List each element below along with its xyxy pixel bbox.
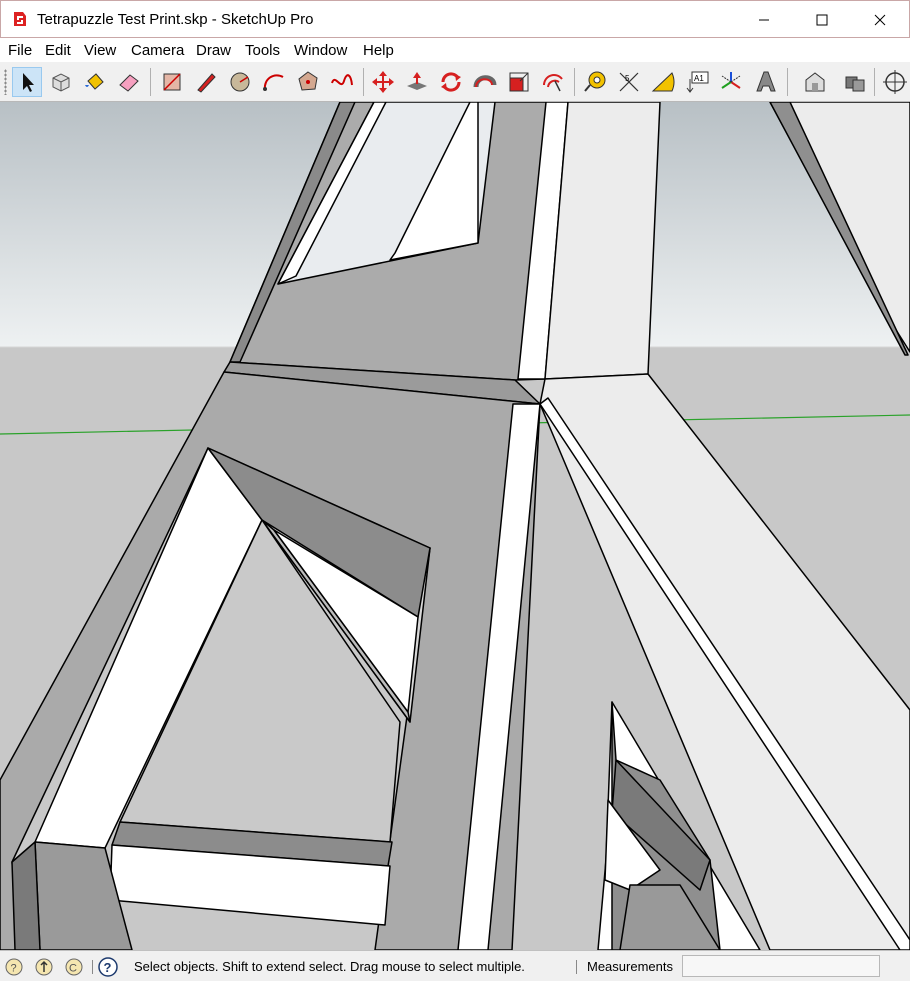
toolbar-grip[interactable] [4,69,7,95]
3d-text-icon [756,71,776,92]
circle-button[interactable] [225,67,255,97]
menu-view[interactable]: View [84,42,116,59]
window-title: Tetrapuzzle Test Print.skp - SketchUp Pr… [37,11,314,28]
svg-text:A1: A1 [694,74,704,83]
move-icon [372,71,394,93]
text-button[interactable]: A1 [682,67,712,97]
measurements-label: Measurements [587,959,673,974]
circle-icon [230,72,250,92]
warehouse-button[interactable] [800,67,830,97]
push-pull-button[interactable] [402,67,432,97]
svg-text:5: 5 [625,74,630,83]
dimension-button[interactable]: 5 [614,67,644,97]
move-button[interactable] [368,67,398,97]
push-pull-icon [407,72,427,90]
follow-me-icon [473,75,497,88]
arc-icon [263,74,284,91]
extension-warehouse-icon [845,76,865,92]
polygon-button[interactable] [293,67,323,97]
eraser-button[interactable] [114,67,144,97]
arc-button[interactable] [259,67,289,97]
close-icon [874,14,886,26]
axes-icon [721,72,741,89]
maximize-icon [816,14,828,26]
freehand-icon [331,74,353,86]
model-viewport[interactable] [0,102,910,950]
menu-edit[interactable]: Edit [45,42,71,59]
protractor-icon [651,72,675,92]
eraser-icon [119,74,139,92]
axes-button[interactable] [716,67,746,97]
toolbar-separator [363,68,364,96]
line-button[interactable] [191,67,221,97]
text-icon: A1 [686,71,709,93]
menu-file[interactable]: File [8,42,32,59]
toolbar-separator [874,68,875,96]
status-message: Select objects. Shift to extend select. … [134,959,525,974]
minimize-button[interactable] [735,1,793,39]
offset-button[interactable] [538,67,568,97]
paint-bucket-button[interactable] [80,67,110,97]
svg-text:?: ? [11,963,17,975]
paint-bucket-icon [85,73,104,90]
credits-icon[interactable] [34,957,54,977]
toolbar-separator [150,68,151,96]
polygon-icon [298,71,318,91]
menu-help[interactable]: Help [363,42,394,59]
status-separator [92,960,93,974]
freehand-button[interactable] [327,67,357,97]
make-component-button[interactable] [46,67,76,97]
3d-text-button[interactable] [750,67,780,97]
close-button[interactable] [851,1,909,39]
line-pencil-icon [197,73,216,93]
orbit-button[interactable] [880,67,910,97]
dimension-icon: 5 [619,72,639,92]
scale-button[interactable] [504,67,534,97]
title-bar: Tetrapuzzle Test Print.skp - SketchUp Pr… [0,0,910,38]
extension-warehouse-button[interactable] [840,67,870,97]
minimize-icon [759,19,769,21]
sketchup-logo-icon [14,12,26,26]
rectangle-icon [163,73,181,91]
toolbar: 5 A1 [0,62,910,102]
scale-icon [509,72,529,92]
orbit-icon [883,70,907,94]
tape-measure-icon [584,71,606,92]
follow-me-button[interactable] [470,67,500,97]
make-component-icon [52,73,70,92]
maximize-button[interactable] [793,1,851,39]
toolbar-separator [574,68,575,96]
menu-camera[interactable]: Camera [131,42,184,59]
rotate-icon [441,72,461,92]
3d-model-view [0,102,910,950]
svg-text:C: C [69,963,77,975]
tape-measure-button[interactable] [580,67,610,97]
select-tool-button[interactable] [12,67,42,97]
rectangle-button[interactable] [157,67,187,97]
select-arrow-icon [23,73,34,92]
menu-draw[interactable]: Draw [196,42,231,59]
instructor-help-icon[interactable]: ? [98,957,118,977]
status-bar: ? C ? Select objects. Shift to extend se… [0,950,910,981]
rotate-button[interactable] [436,67,466,97]
warehouse-icon [805,72,825,92]
protractor-button[interactable] [648,67,678,97]
offset-icon [543,74,563,92]
measurements-field[interactable] [682,955,880,977]
menu-tools[interactable]: Tools [245,42,280,59]
menu-bar: File Edit View Camera Draw Tools Window … [0,38,910,62]
status-separator [576,960,577,974]
svg-text:?: ? [104,960,112,975]
geo-location-icon[interactable]: ? [4,957,24,977]
toolbar-separator [787,68,788,96]
license-icon[interactable]: C [64,957,84,977]
menu-window[interactable]: Window [294,42,347,59]
